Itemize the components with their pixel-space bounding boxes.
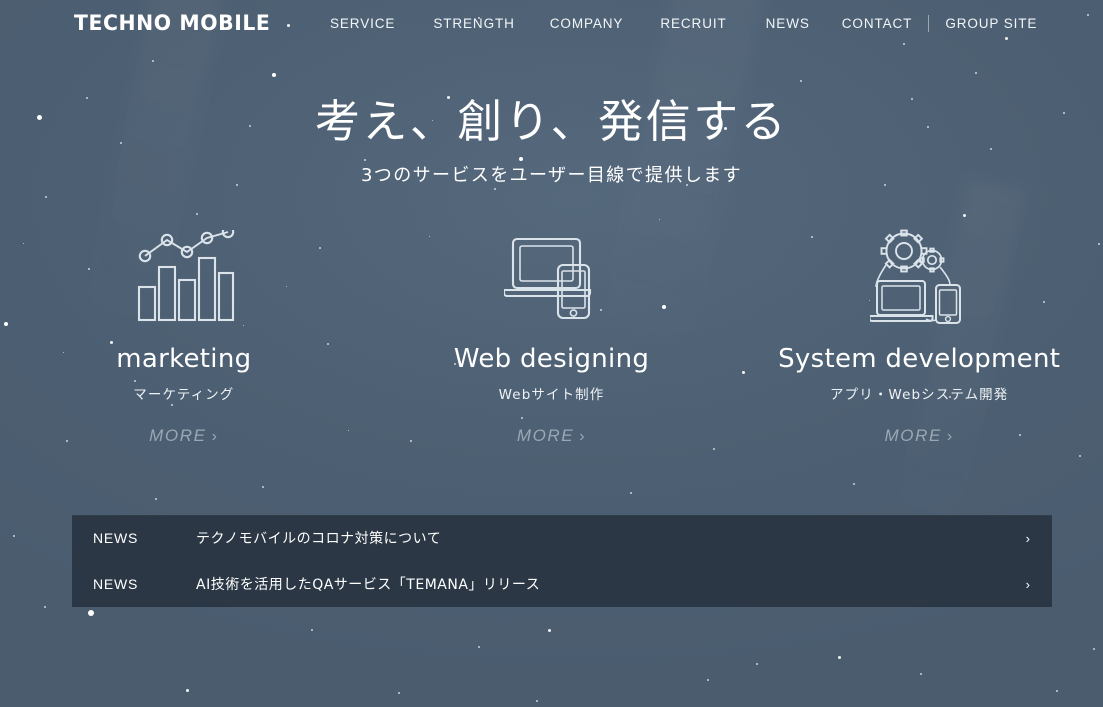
chevron-right-icon: › [946,428,954,445]
star-dot [478,646,480,648]
page-root: TECHNO MOBILE SERVICE STRENGTH COMPANY R… [0,0,1103,707]
star-dot [713,448,715,450]
service-title: marketing [116,344,252,374]
service-title: Web designing [453,344,650,374]
more-label: MORE [149,426,207,445]
main-navigation: SERVICE STRENGTH COMPANY RECRUIT NEWS CO… [330,14,1037,33]
service-card-web-designing[interactable]: Web designing Webサイト制作 MORE › [368,228,736,446]
chevron-right-icon: › [579,428,587,445]
service-subtitle: Webサイト制作 [498,387,605,403]
news-category-label: NEWS [93,576,139,592]
news-category-label: NEWS [93,530,139,546]
nav-group-site[interactable]: GROUP SITE [945,14,1037,33]
hero-section: 考え、創り、発信する 3つのサービスをユーザー目線で提供します [0,95,1103,187]
service-subtitle: アプリ・Webシステム開発 [830,387,1009,403]
star-dot [756,663,758,665]
nav-news[interactable]: NEWS [766,14,810,33]
site-logo[interactable]: TECHNO MOBILE [74,13,270,34]
service-subtitle: マーケティング [133,387,235,403]
star-dot [630,492,632,494]
nav-service[interactable]: SERVICE [330,14,395,33]
service-title: System development [778,344,1061,374]
star-dot [920,673,922,675]
star-dot [975,72,977,74]
service-card-system-development[interactable]: System development アプリ・Webシステム開発 MORE › [735,228,1103,446]
bar-chart-line-icon [0,228,368,328]
star-dot [152,60,154,62]
star-dot [1093,648,1095,650]
star-dot [548,629,551,632]
star-dot [963,214,966,217]
chevron-right-icon: › [1025,530,1030,546]
star-dot [155,498,157,500]
star-dot [707,679,709,681]
star-dot [536,700,538,702]
chevron-right-icon: › [1025,576,1030,592]
nav-company[interactable]: COMPANY [550,14,624,33]
nav-divider [928,15,930,32]
news-title: テクノモバイルのコロナ対策について [196,531,442,547]
nav-strength[interactable]: STRENGTH [433,14,514,33]
more-link-marketing[interactable]: MORE › [149,426,218,446]
service-card-marketing[interactable]: marketing マーケティング MORE › [0,228,368,446]
star-dot [186,689,189,692]
star-dot [1079,455,1081,457]
nav-contact[interactable]: CONTACT [842,14,913,33]
star-dot [196,213,198,215]
star-dot [13,535,15,537]
star-dot [838,656,841,659]
news-title: AI技術を活用したQAサービス「TEMANA」リリース [196,577,541,593]
star-dot [1056,690,1058,692]
nav-recruit[interactable]: RECRUIT [660,14,726,33]
hero-subtitle: 3つのサービスをユーザー目線で提供します [360,165,743,187]
hero-title: 考え、創り、発信する [314,95,789,148]
star-dot [44,606,46,608]
gears-devices-icon [735,228,1103,328]
chevron-right-icon: › [211,428,219,445]
site-header: TECHNO MOBILE SERVICE STRENGTH COMPANY R… [0,0,1103,47]
star-dot [494,188,496,190]
more-link-web-designing[interactable]: MORE › [517,426,586,446]
star-dot [45,196,47,198]
more-link-system-development[interactable]: MORE › [885,426,954,446]
more-label: MORE [884,426,942,445]
more-label: MORE [516,426,575,445]
star-dot [262,486,264,488]
star-dot [800,80,802,82]
star-dot [311,629,313,631]
star-dot [853,483,855,485]
star-dot [659,219,660,220]
star-dot [398,692,400,694]
news-panel: NEWS テクノモバイルのコロナ対策について › NEWS AI技術を活用したQ… [72,515,1052,607]
services-section: marketing マーケティング MORE › Web designing We… [0,228,1103,446]
news-row[interactable]: NEWS AI技術を活用したQAサービス「TEMANA」リリース › [72,561,1052,607]
laptop-tablet-icon [368,228,736,328]
news-row[interactable]: NEWS テクノモバイルのコロナ対策について › [72,515,1052,561]
star-dot [272,73,276,77]
star-dot [88,610,94,616]
